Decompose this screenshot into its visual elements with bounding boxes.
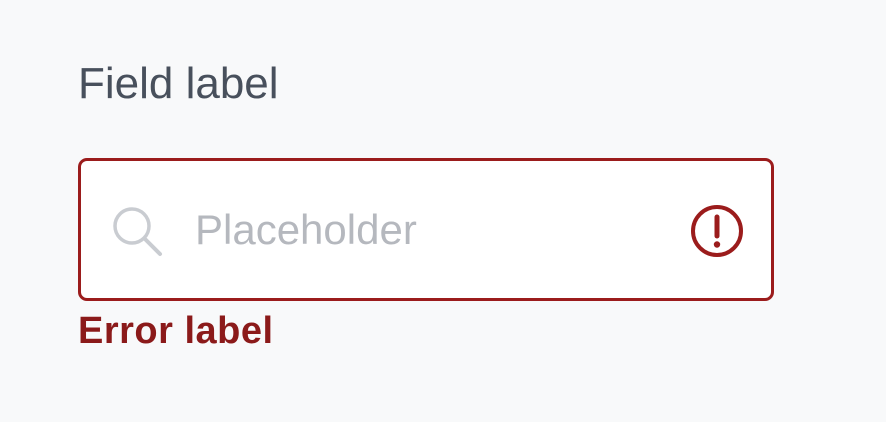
search-icon [113, 207, 162, 256]
error-circle-icon [691, 205, 743, 257]
error-label: Error label [78, 310, 274, 352]
field-label: Field label [78, 59, 279, 108]
search-input[interactable] [195, 161, 675, 298]
input-container[interactable] [78, 158, 774, 301]
text-field: Field label Error label [78, 58, 774, 352]
